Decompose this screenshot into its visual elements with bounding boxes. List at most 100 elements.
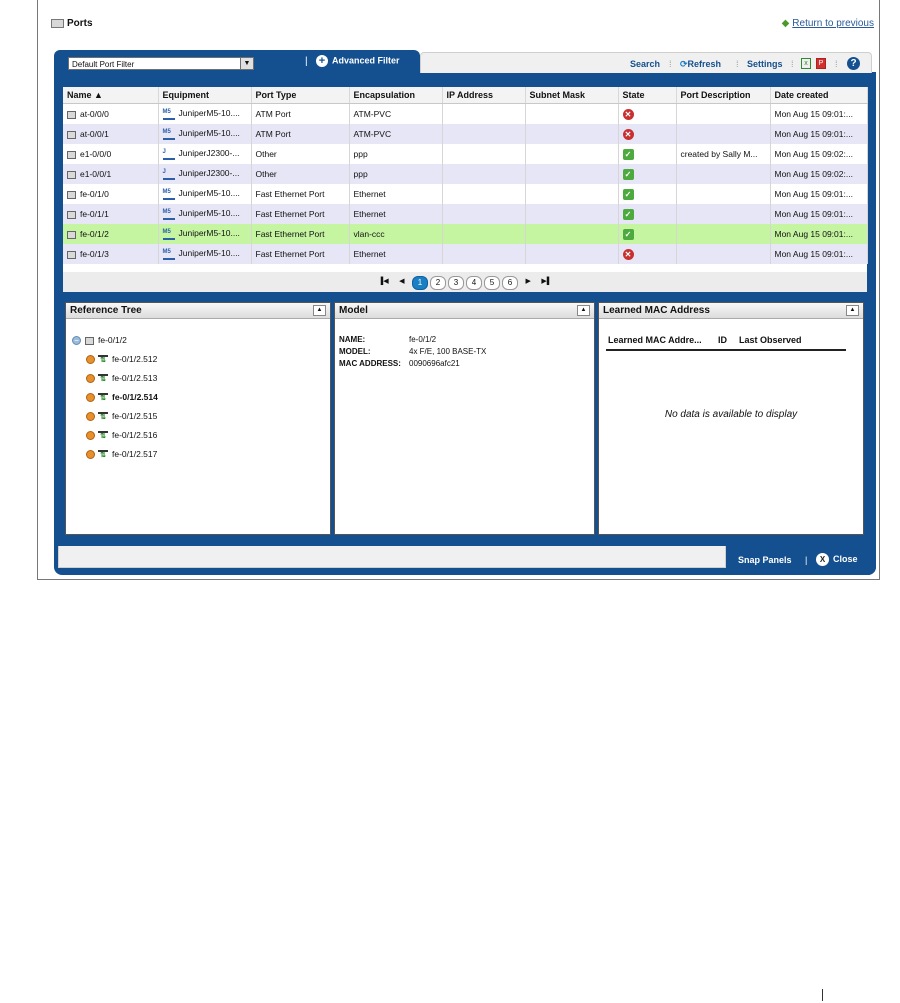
router-m5-icon: M5 xyxy=(162,109,175,120)
cell-encapsulation: Ethernet xyxy=(349,204,443,224)
table-header-row: Name ▲ Equipment Port Type Encapsulation… xyxy=(63,87,868,104)
port-icon xyxy=(67,130,76,139)
help-icon[interactable]: ? xyxy=(847,57,860,70)
return-to-previous-link[interactable]: ◆ Return to previous xyxy=(782,18,874,29)
return-link-label: Return to previous xyxy=(792,18,874,29)
ports-panel: Default Port Filter ▼ | + Advanced Filter… xyxy=(54,50,876,575)
page-number-button[interactable]: 3 xyxy=(448,276,464,290)
column-header-port-description[interactable]: Port Description xyxy=(676,87,771,104)
snap-panels-button[interactable]: Snap Panels xyxy=(738,555,792,565)
cell-equipment: JuniperM5-10.... xyxy=(178,208,240,219)
table-row[interactable]: at-0/0/1 M5 JuniperM5-10.... ATM Port ATM-PV… xyxy=(63,124,868,144)
cell-ip-address xyxy=(442,124,526,144)
bottom-strip xyxy=(58,546,726,568)
table-row[interactable]: fe-0/1/2 M5 JuniperM5-10.... Fast Ethernet … xyxy=(63,224,868,244)
mac-col-address[interactable]: Learned MAC Addre... xyxy=(608,335,702,345)
first-page-icon[interactable]: ▐◀ xyxy=(378,277,388,285)
port-icon xyxy=(67,110,76,119)
top-bar: Ports ◆ Return to previous xyxy=(37,8,880,38)
table-row[interactable]: fe-0/1/3 M5 JuniperM5-10.... Fast Ethernet … xyxy=(63,244,868,264)
column-header-name[interactable]: Name ▲ xyxy=(63,87,159,104)
cell-ip-address xyxy=(442,204,526,224)
tree-node-label: fe-0/1/2.512 xyxy=(112,354,158,364)
last-page-icon[interactable]: ▶▌ xyxy=(541,277,551,285)
cell-name: at-0/0/0 xyxy=(80,109,109,119)
model-title: Model xyxy=(339,305,368,316)
advanced-filter-label: Advanced Filter xyxy=(332,55,400,66)
close-button[interactable]: X Close xyxy=(816,553,858,566)
vlan-status-icon xyxy=(86,393,95,403)
column-header-date-created[interactable]: Date created xyxy=(770,87,868,104)
table-cell: ✓ xyxy=(618,144,677,164)
page-number-button[interactable]: 6 xyxy=(502,276,518,290)
table-cell: ✓ xyxy=(618,204,677,224)
cell-port-type: Fast Ethernet Port xyxy=(251,184,350,204)
column-header-state[interactable]: State xyxy=(618,87,677,104)
table-cell: ✕ xyxy=(618,244,677,264)
pager: ▐◀ ◀ 123456 ▶ ▶▌ xyxy=(63,272,867,292)
settings-button[interactable]: Settings xyxy=(747,59,783,69)
table-row[interactable]: fe-0/1/0 M5 JuniperM5-10.... Fast Ethernet … xyxy=(63,184,868,204)
column-header-encapsulation[interactable]: Encapsulation xyxy=(349,87,443,104)
export-excel-icon[interactable]: x xyxy=(801,58,811,69)
cell-port-description xyxy=(676,244,771,264)
collapse-icon[interactable]: ▲ xyxy=(577,305,590,316)
cell-equipment: JuniperJ2300-... xyxy=(178,148,240,159)
collapse-node-icon[interactable]: − xyxy=(72,336,81,346)
cell-subnet-mask xyxy=(525,124,619,144)
cell-port-description xyxy=(676,184,771,204)
cell-encapsulation: Ethernet xyxy=(349,184,443,204)
export-pdf-icon[interactable]: P xyxy=(816,58,826,69)
collapse-icon[interactable]: ▲ xyxy=(313,305,326,316)
learned-mac-header: Learned MAC Address ▲ xyxy=(599,303,863,319)
table-cell: J JuniperJ2300-... xyxy=(158,144,252,164)
port-icon xyxy=(67,230,76,239)
page-number-button[interactable]: 4 xyxy=(466,276,482,290)
learned-mac-title: Learned MAC Address xyxy=(603,305,710,316)
tree-node[interactable]: ⇅ fe-0/1/2.515 xyxy=(86,411,157,422)
previous-page-icon[interactable]: ◀ xyxy=(399,277,404,285)
column-header-equipment[interactable]: Equipment xyxy=(158,87,252,104)
state-down-icon: ✕ xyxy=(622,128,634,140)
search-button[interactable]: Search xyxy=(630,59,660,69)
cell-name: e1-0/0/1 xyxy=(80,169,112,179)
table-row[interactable]: e1-0/0/0 J JuniperJ2300-... Other ppp ✓ create… xyxy=(63,144,868,164)
mac-col-last-observed[interactable]: Last Observed xyxy=(739,335,802,345)
table-cell: M5 JuniperM5-10.... xyxy=(158,244,252,264)
refresh-button[interactable]: ⟳Refresh xyxy=(680,59,721,70)
table-cell: e1-0/0/1 xyxy=(63,164,159,184)
chevron-down-icon[interactable]: ▼ xyxy=(240,58,253,69)
column-header-port-type[interactable]: Port Type xyxy=(251,87,350,104)
cell-encapsulation: ppp xyxy=(349,144,443,164)
table-cell: ✓ xyxy=(618,224,677,244)
tree-root[interactable]: − fe-0/1/2 xyxy=(72,335,127,346)
router-j-icon: J xyxy=(162,149,175,160)
model-value: 0090696afc21 xyxy=(409,359,460,368)
router-m5-icon: M5 xyxy=(162,249,175,260)
ports-table: Name ▲ Equipment Port Type Encapsulation… xyxy=(63,87,868,292)
tree-node[interactable]: ⇅ fe-0/1/2.514 xyxy=(86,392,158,403)
cell-name: fe-0/1/0 xyxy=(80,189,109,199)
cell-equipment: JuniperM5-10.... xyxy=(178,128,240,139)
table-row[interactable]: at-0/0/0 M5 JuniperM5-10.... ATM Port ATM-PV… xyxy=(63,103,868,124)
tree-node-label: fe-0/1/2.517 xyxy=(112,449,158,459)
collapse-icon[interactable]: ▲ xyxy=(846,305,859,316)
column-header-subnet-mask[interactable]: Subnet Mask xyxy=(525,87,619,104)
tree-node[interactable]: ⇅ fe-0/1/2.517 xyxy=(86,449,157,460)
empty-message: No data is available to display xyxy=(664,409,798,420)
advanced-filter-button[interactable]: + Advanced Filter xyxy=(316,55,400,67)
column-header-ip-address[interactable]: IP Address xyxy=(442,87,526,104)
page-number-button[interactable]: 1 xyxy=(412,276,428,290)
reference-tree-title: Reference Tree xyxy=(70,305,142,316)
tree-node[interactable]: ⇅ fe-0/1/2.513 xyxy=(86,373,157,384)
port-filter-select[interactable]: Default Port Filter ▼ xyxy=(68,57,254,70)
page-number-button[interactable]: 2 xyxy=(430,276,446,290)
cell-port-description xyxy=(676,124,771,144)
next-page-icon[interactable]: ▶ xyxy=(526,277,531,285)
page-number-button[interactable]: 5 xyxy=(484,276,500,290)
table-row[interactable]: e1-0/0/1 J JuniperJ2300-... Other ppp ✓ Mon Au… xyxy=(63,164,868,184)
tree-node[interactable]: ⇅ fe-0/1/2.512 xyxy=(86,354,157,365)
mac-col-id[interactable]: ID xyxy=(718,335,727,345)
table-row[interactable]: fe-0/1/1 M5 JuniperM5-10.... Fast Ethernet … xyxy=(63,204,868,224)
tree-node[interactable]: ⇅ fe-0/1/2.516 xyxy=(86,430,157,441)
